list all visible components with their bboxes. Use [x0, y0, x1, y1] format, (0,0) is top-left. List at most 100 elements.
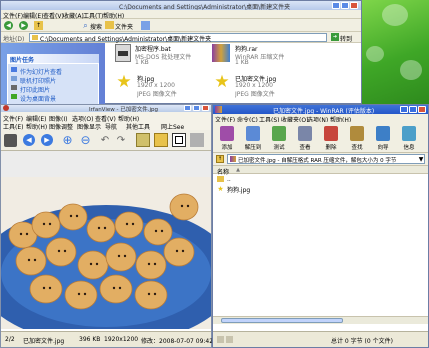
image-index: 2/2 — [5, 336, 15, 343]
jpg-file-icon: ★ — [217, 184, 224, 193]
info-label: 信息 — [403, 145, 415, 151]
add-button[interactable]: 添加 — [217, 125, 237, 152]
wizard-icon — [376, 126, 390, 141]
task-order-prints[interactable]: 联机打印照片 — [20, 76, 56, 85]
lock-icon — [226, 336, 233, 343]
redo-icon[interactable]: ↷ — [115, 134, 127, 146]
extract-button[interactable]: 解压到 — [243, 125, 263, 152]
folders-icon[interactable] — [105, 21, 114, 29]
list-item[interactable]: .. — [213, 176, 428, 184]
search-button-label[interactable]: 搜索 — [90, 22, 102, 31]
scrollbar-thumb[interactable] — [221, 318, 343, 323]
back-icon[interactable]: ◀ — [4, 21, 13, 30]
minimize-button[interactable] — [184, 105, 191, 111]
up-one-level-icon[interactable]: ↑ — [216, 155, 224, 163]
task-print[interactable]: 打印此图片 — [20, 85, 50, 94]
views-icon[interactable] — [141, 21, 150, 30]
zoom-in-icon[interactable]: ⊕ — [61, 133, 74, 147]
picture-tasks-panel: 作为幻灯片查看 联机打印照片 打印此图片 设为桌面背景 — [7, 63, 99, 105]
close-button[interactable] — [202, 105, 209, 111]
minimize-button[interactable] — [332, 2, 340, 9]
maximize-button[interactable] — [193, 105, 200, 111]
dropdown-arrow-icon[interactable]: ▼ — [417, 155, 425, 163]
up-folder-icon[interactable]: ↑ — [34, 21, 43, 30]
info-button[interactable]: 信息 — [399, 125, 419, 152]
winrar-status-bar: 总计 0 字节 (0 个文件) — [213, 331, 428, 347]
winrar-title-bar: 已加密文件.jpg - WinRAR (评估版本) — [213, 105, 428, 115]
maximize-button[interactable] — [409, 106, 417, 113]
viewer-menu-bar: 文件(F) 编辑(E) 图像(I) 选项(O) 查看(V) 帮助(H) 工具(E… — [1, 112, 211, 131]
list-item[interactable]: ★ 狗狗.jpg — [213, 184, 428, 195]
task-set-background[interactable]: 设为桌面背景 — [20, 94, 56, 103]
previous-icon[interactable]: ◀ — [23, 134, 35, 146]
close-button[interactable] — [350, 2, 358, 9]
horizontal-scrollbar[interactable] — [213, 316, 428, 324]
archive-path-text: 已加密文件.jpg - 自解压格式 RAR 压缩文件，解包大小为 0 字节 — [238, 158, 397, 164]
status-filename: 已加密文件.jpg — [23, 338, 65, 345]
bat-file-icon — [115, 44, 131, 62]
next-icon[interactable]: ▶ — [41, 134, 53, 146]
forward-icon[interactable]: ▶ — [19, 21, 28, 30]
viewer-canvas-top — [1, 151, 211, 177]
extract-icon — [246, 126, 260, 141]
address-bar: 地址(D) C:\Documents and Settings\Administ… — [1, 32, 361, 43]
info-icon[interactable] — [4, 134, 17, 147]
address-label: 地址(D) — [3, 36, 25, 43]
drive-icon — [217, 336, 224, 343]
file-item[interactable]: 加密程序.bat MS-DOS 批处理文件 1 KB — [111, 43, 211, 69]
fullscreen-icon[interactable] — [190, 133, 204, 147]
file-type: JPEG 图像文件 — [137, 91, 177, 98]
file-item[interactable]: ★ 已加密文件.jpg 1920 x 1200 JPEG 图像文件 — [209, 72, 309, 99]
file-item[interactable]: 狗狗.rar WinRAR 压缩文件 1 KB — [209, 43, 309, 69]
close-button[interactable] — [418, 106, 426, 113]
add-label: 添加 — [221, 145, 233, 151]
maximize-button[interactable] — [341, 2, 349, 9]
search-icon[interactable]: ⌕ — [81, 21, 90, 30]
file-item[interactable]: ★ 狗.jpg 1920 x 1200 JPEG 图像文件 — [111, 72, 211, 99]
go-button-label[interactable]: 转到 — [340, 34, 352, 43]
explorer-task-pane: 图片任务 作为幻灯片查看 联机打印照片 打印此图片 设为桌面背景 — [1, 43, 105, 105]
jpg-file-icon: ★ — [116, 72, 132, 92]
undo-icon[interactable]: ↶ — [99, 134, 111, 146]
thumbnails-icon[interactable] — [172, 133, 186, 147]
dog-photo — [1, 177, 211, 329]
app-icon — [3, 105, 9, 111]
delete-button[interactable]: 删除 — [321, 125, 341, 152]
go-arrow-icon[interactable]: ➜ — [331, 33, 339, 41]
info-icon — [402, 126, 416, 141]
list-item-name: 狗狗.jpg — [227, 187, 251, 194]
find-label: 查找 — [351, 145, 363, 151]
task-slideshow[interactable]: 作为幻灯片查看 — [20, 67, 62, 76]
puppies-image — [1, 177, 211, 329]
folder-icon — [32, 35, 38, 40]
archive-path-bar: ↑ 已加密文件.jpg - 自解压格式 RAR 压缩文件，解包大小为 0 字节 … — [213, 153, 428, 166]
wizard-button[interactable]: 向导 — [373, 125, 393, 152]
viewer-status-bar: 2/2 已加密文件.jpg 396 KB 1920x1200 修改：2008-0… — [1, 331, 223, 347]
find-button[interactable]: 查找 — [347, 125, 367, 152]
slideshow-icon[interactable] — [154, 133, 168, 147]
column-name-header[interactable]: 名称 — [217, 167, 229, 176]
explorer-toolbar: ◀ ▶ ↑ ⌕ 搜索 文件夹 — [1, 19, 361, 32]
test-button[interactable]: 测试 — [269, 125, 289, 152]
file-dimensions: 1920 x 1200 — [235, 82, 273, 89]
test-icon — [272, 126, 286, 141]
delete-icon — [324, 126, 338, 141]
sort-arrow-icon: ▲ — [236, 167, 240, 173]
view-button[interactable]: 查看 — [295, 125, 315, 152]
folders-button-label[interactable]: 文件夹 — [115, 22, 133, 31]
address-value: C:\Documents and Settings\Administrator\… — [40, 36, 212, 43]
zoom-out-icon[interactable]: ⊖ — [79, 133, 92, 147]
picture-tasks-header[interactable]: 图片任务 — [7, 54, 99, 64]
status-total: 总计 0 字节 (0 个文件) — [331, 338, 393, 345]
file-size: 1 KB — [235, 59, 249, 66]
status-dimensions: 1920x1200 — [104, 336, 139, 343]
address-input[interactable]: C:\Documents and Settings\Administrator\… — [29, 33, 327, 43]
file-size: 1 KB — [135, 59, 149, 66]
minimize-button[interactable] — [400, 106, 408, 113]
desktop-background-icon — [11, 94, 17, 99]
hand-tool-icon[interactable] — [136, 133, 150, 147]
file-type: JPEG 图像文件 — [235, 91, 275, 98]
archive-path-field[interactable]: 已加密文件.jpg - 自解压格式 RAR 压缩文件，解包大小为 0 字节 ▼ — [227, 154, 425, 164]
desktop-wallpaper — [360, 0, 429, 104]
extract-label: 解压到 — [244, 145, 262, 151]
